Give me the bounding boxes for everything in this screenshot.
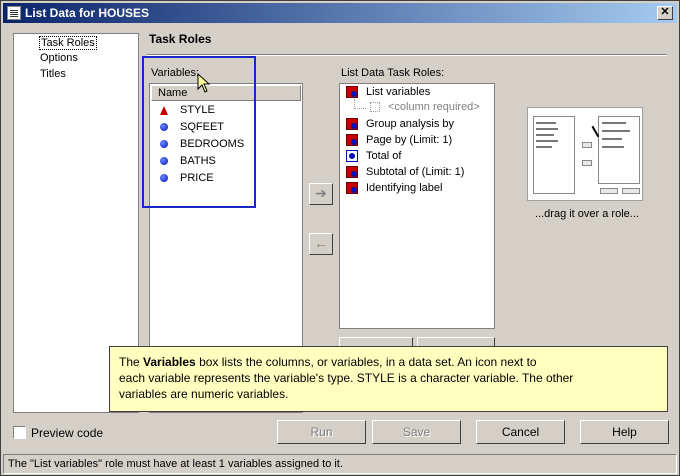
drag-hint-illustration <box>527 107 643 201</box>
role-identifying-label[interactable]: Identifying label <box>346 180 442 196</box>
close-button[interactable]: ✕ <box>657 6 673 20</box>
preview-code-checkbox[interactable] <box>13 426 26 439</box>
tooltip-line1: box lists the columns, or variables, in … <box>195 355 537 369</box>
tooltip-bold-word: Variables <box>143 355 196 369</box>
role-label: Group analysis by <box>366 118 455 130</box>
run-button[interactable]: Run <box>277 420 366 444</box>
role-label: List variables <box>366 86 431 98</box>
remove-role-arrow-button[interactable]: ← <box>309 233 333 255</box>
preview-code-label[interactable]: Preview code <box>31 426 103 440</box>
save-button[interactable]: Save <box>372 420 461 444</box>
role-list-variables[interactable]: List variables <box>346 84 430 100</box>
roles-label: List Data Task Roles: <box>341 67 445 79</box>
tooltip-line3: variables are numeric variables. <box>119 387 289 401</box>
empty-slot-icon <box>370 102 380 112</box>
role-label: Page by (Limit: 1) <box>366 134 453 146</box>
drag-caption: ...drag it over a role... <box>535 208 639 220</box>
nav-item-task-roles[interactable]: Task Roles <box>39 36 97 50</box>
role-label: Total of <box>366 150 402 162</box>
numeric-role-icon <box>346 150 358 162</box>
required-text: <column required> <box>388 101 480 113</box>
role-icon <box>346 134 358 146</box>
role-icon <box>346 166 358 178</box>
dialog-window: List Data for HOUSES ✕ Task Roles Option… <box>0 0 680 476</box>
cancel-button[interactable]: Cancel <box>476 420 565 444</box>
help-tooltip: The Variables box lists the columns, or … <box>109 346 668 412</box>
section-title: Task Roles <box>149 32 212 46</box>
add-role-arrow-button[interactable]: ➔ <box>309 183 333 205</box>
window-title: List Data for HOUSES <box>25 6 150 20</box>
title-bar[interactable]: List Data for HOUSES ✕ <box>3 3 677 23</box>
list-icon <box>7 6 21 20</box>
role-icon <box>346 86 358 98</box>
nav-item-options[interactable]: Options <box>39 52 79 64</box>
role-icon <box>346 182 358 194</box>
role-icon <box>346 118 358 130</box>
role-page-by[interactable]: Page by (Limit: 1) <box>346 132 452 148</box>
task-roles-list[interactable]: List variables <column required> Group a… <box>339 83 495 329</box>
nav-item-titles[interactable]: Titles <box>39 68 67 80</box>
help-button[interactable]: Help <box>580 420 669 444</box>
role-subtotal-of[interactable]: Subtotal of (Limit: 1) <box>346 164 464 180</box>
role-group-analysis-by[interactable]: Group analysis by <box>346 116 454 132</box>
tooltip-prefix: The <box>119 355 144 369</box>
status-bar: The "List variables" role must have at l… <box>3 454 677 474</box>
role-label: Subtotal of (Limit: 1) <box>366 166 465 178</box>
tooltip-line2: each variable represents the variable's … <box>119 371 574 385</box>
role-total-of[interactable]: Total of <box>346 148 401 164</box>
role-label: Identifying label <box>366 182 443 194</box>
column-required-placeholder: <column required> <box>354 99 480 113</box>
